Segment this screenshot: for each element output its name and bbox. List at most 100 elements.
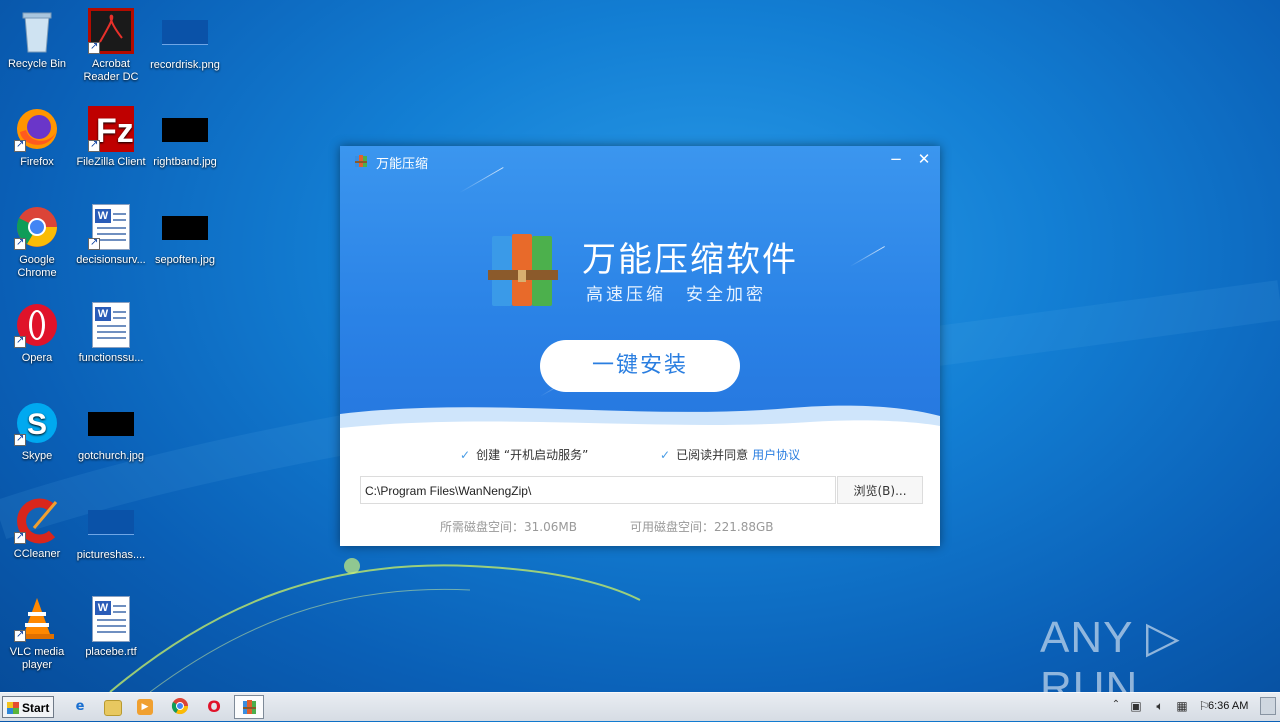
desktop-icon-ccleaner[interactable]: CCleaner bbox=[0, 498, 74, 561]
agreement-option-label: 已阅读并同意 bbox=[676, 448, 749, 462]
icon-label: functionssu... bbox=[78, 352, 144, 364]
app-subheading: 高速压缩 安全加密 bbox=[586, 285, 766, 305]
volume-icon[interactable]: 🔈︎ bbox=[1152, 699, 1168, 714]
image-thumbnail-icon bbox=[88, 510, 134, 535]
desktop-icon-recycle-bin[interactable]: Recycle Bin bbox=[0, 8, 74, 71]
desktop-icon-chrome[interactable]: Google Chrome bbox=[0, 204, 74, 280]
skype-icon: S bbox=[14, 400, 60, 446]
word-document-icon: W bbox=[88, 302, 134, 348]
user-agreement-link[interactable]: 用户协议 bbox=[752, 448, 800, 462]
opera-taskbar-icon[interactable]: O bbox=[204, 697, 224, 717]
svg-text:S: S bbox=[27, 408, 47, 441]
icon-label: Recycle Bin bbox=[7, 58, 67, 70]
icon-label: gotchurch.jpg bbox=[77, 450, 145, 462]
start-button[interactable]: Start bbox=[2, 696, 54, 718]
icon-label: sepoften.jpg bbox=[155, 254, 215, 266]
clock[interactable]: 6:36 AM bbox=[1208, 700, 1248, 712]
internet-explorer-icon[interactable]: e bbox=[70, 697, 90, 717]
desktop-icon-gotchurch[interactable]: gotchurch.jpg bbox=[74, 400, 148, 463]
checkmark-icon[interactable]: ✓ bbox=[660, 448, 670, 462]
icon-label: placebe.rtf bbox=[85, 646, 137, 658]
startup-service-option[interactable]: ✓ 创建 “开机启动服务” bbox=[460, 446, 588, 463]
desktop-icon-vlc[interactable]: VLC media player bbox=[0, 596, 74, 672]
app-books-icon bbox=[355, 155, 367, 167]
image-thumbnail-icon bbox=[162, 118, 208, 142]
firefox-icon bbox=[14, 106, 60, 152]
show-desktop-button[interactable] bbox=[1260, 697, 1276, 715]
image-thumbnail-icon bbox=[162, 216, 208, 240]
icon-label: Firefox bbox=[20, 156, 54, 168]
desktop-icon-acrobat[interactable]: Acrobat Reader DC bbox=[74, 8, 148, 84]
desktop-icon-sepoften[interactable]: sepoften.jpg bbox=[148, 204, 222, 267]
acrobat-icon bbox=[88, 8, 134, 54]
icon-label: rightband.jpg bbox=[153, 156, 217, 168]
tray-expand-icon[interactable]: ⌃ bbox=[1108, 699, 1124, 710]
one-click-install-button[interactable]: 一键安装 bbox=[540, 340, 740, 392]
desktop-icon-filezilla[interactable]: Fz FileZilla Client bbox=[74, 106, 148, 169]
icon-label: CCleaner bbox=[13, 548, 61, 560]
taskbar: Start e ▶ O ⌃ ▣ 🔈︎ ▦ ⚐ 6:36 AM bbox=[0, 692, 1280, 721]
word-document-icon: W bbox=[88, 596, 134, 642]
disk-required-text: 所需磁盘空间：31.06MB bbox=[440, 520, 577, 534]
desktop-icon-placebe[interactable]: W placebe.rtf bbox=[74, 596, 148, 659]
desktop-icon-rightband[interactable]: rightband.jpg bbox=[148, 106, 222, 169]
recycle-bin-icon bbox=[14, 8, 60, 54]
vlc-cone-icon bbox=[14, 596, 60, 642]
desktop-icon-firefox[interactable]: Firefox bbox=[0, 106, 74, 169]
shortcut-arrow-icon bbox=[88, 236, 100, 250]
image-thumbnail-icon bbox=[162, 20, 208, 45]
shortcut-arrow-icon bbox=[14, 334, 26, 348]
disk-available-text: 可用磁盘空间：221.88GB bbox=[630, 520, 774, 534]
opera-icon bbox=[14, 302, 60, 348]
install-path-input[interactable]: C:\Program Files\WanNengZip\ bbox=[360, 476, 836, 504]
shortcut-arrow-icon bbox=[14, 236, 26, 250]
shortcut-arrow-icon bbox=[14, 628, 26, 642]
start-label: Start bbox=[22, 701, 50, 715]
windows-flag-icon bbox=[7, 702, 19, 714]
shortcut-arrow-icon bbox=[88, 40, 100, 54]
desktop-icon-pictureshas[interactable]: pictureshas.... bbox=[74, 498, 148, 562]
desktop-icon-decisionsurv[interactable]: W decisionsurv... bbox=[74, 204, 148, 267]
installer-taskbar-button[interactable] bbox=[234, 695, 264, 719]
window-title: 万能压缩 bbox=[376, 157, 429, 172]
icon-label: Google Chrome bbox=[17, 254, 57, 279]
agreement-option[interactable]: ✓ 已阅读并同意 用户协议 bbox=[660, 446, 800, 463]
ccleaner-icon bbox=[14, 498, 60, 544]
word-document-icon: W bbox=[88, 204, 134, 250]
icon-label: decisionsurv... bbox=[76, 254, 146, 266]
icon-label: FileZilla Client bbox=[76, 156, 146, 168]
shortcut-arrow-icon bbox=[14, 432, 26, 446]
chrome-icon bbox=[14, 204, 60, 250]
icon-label: recordrisk.png bbox=[150, 59, 220, 71]
svg-text:Fz: Fz bbox=[96, 112, 134, 150]
filezilla-icon: Fz bbox=[88, 106, 134, 152]
startup-option-label: 创建 “开机启动服务” bbox=[476, 448, 589, 462]
minimize-button[interactable]: − bbox=[886, 150, 906, 168]
icon-label: Skype bbox=[21, 450, 53, 462]
desktop-icon-opera[interactable]: Opera bbox=[0, 302, 74, 365]
chrome-taskbar-icon[interactable] bbox=[170, 697, 190, 717]
network-icon[interactable]: ▦ bbox=[1174, 699, 1190, 713]
close-button[interactable]: ✕ bbox=[914, 150, 934, 168]
icon-label: pictureshas.... bbox=[76, 549, 146, 561]
installer-window: 万能压缩 − ✕ 万能压缩软件 高速压缩 安全加密 一键安装 ✓ 创建 “开机启动… bbox=[340, 146, 940, 546]
app-books-icon bbox=[243, 700, 256, 714]
desktop-icon-recordrisk[interactable]: recordrisk.png bbox=[148, 8, 222, 72]
shortcut-arrow-icon bbox=[88, 138, 100, 152]
icon-label: Opera bbox=[21, 352, 53, 364]
checkmark-icon[interactable]: ✓ bbox=[460, 448, 470, 462]
system-tray: ⌃ ▣ 🔈︎ ▦ ⚐ bbox=[1104, 693, 1280, 721]
app-heading: 万能压缩软件 bbox=[582, 240, 798, 280]
media-player-icon[interactable]: ▶ bbox=[137, 699, 153, 715]
browse-button[interactable]: 浏览(B)... bbox=[837, 476, 923, 504]
action-center-icon[interactable]: ▣ bbox=[1128, 699, 1144, 713]
compressed-books-logo-icon bbox=[488, 234, 558, 306]
shortcut-arrow-icon bbox=[14, 138, 26, 152]
desktop-icon-skype[interactable]: S Skype bbox=[0, 400, 74, 463]
desktop-icon-functionssu[interactable]: W functionssu... bbox=[74, 302, 148, 365]
file-explorer-icon[interactable] bbox=[104, 700, 122, 716]
shortcut-arrow-icon bbox=[14, 530, 26, 544]
icon-label: VLC media player bbox=[9, 646, 65, 671]
image-thumbnail-icon bbox=[88, 412, 134, 436]
icon-label: Acrobat Reader DC bbox=[83, 58, 139, 83]
